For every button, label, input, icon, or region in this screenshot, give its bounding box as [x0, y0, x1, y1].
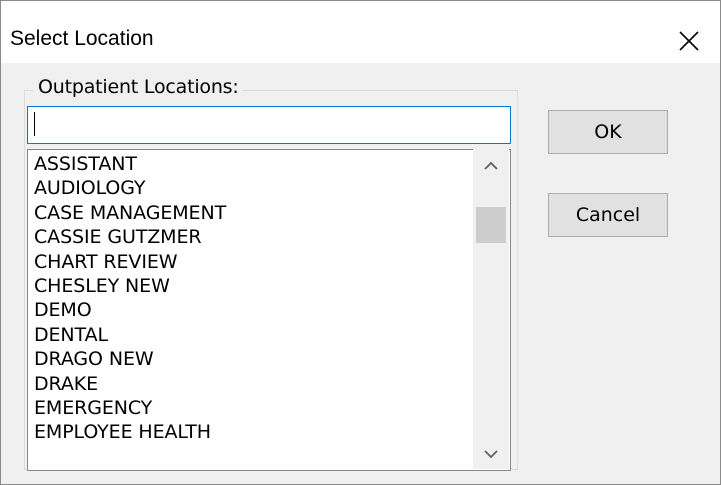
- list-item[interactable]: CASE MANAGEMENT: [34, 201, 226, 225]
- cancel-button[interactable]: Cancel: [548, 193, 668, 237]
- scroll-thumb[interactable]: [476, 207, 506, 243]
- group-label: Outpatient Locations:: [34, 76, 243, 98]
- text-caret: [34, 112, 35, 136]
- chevron-up-icon: [484, 161, 498, 170]
- list-item[interactable]: DENTAL: [34, 323, 226, 347]
- title-bar: Select Location: [1, 1, 720, 63]
- list-item[interactable]: DRAKE: [34, 372, 226, 396]
- list-item[interactable]: CHART REVIEW: [34, 250, 226, 274]
- scroll-up-button[interactable]: [473, 149, 509, 183]
- dialog-title: Select Location: [10, 27, 154, 50]
- close-button[interactable]: [669, 21, 709, 61]
- list-scrollbar[interactable]: [473, 149, 509, 469]
- locations-listbox[interactable]: ASSISTANT AUDIOLOGY CASE MANAGEMENT CASS…: [27, 149, 511, 471]
- close-x-icon: [679, 31, 699, 51]
- scroll-down-button[interactable]: [473, 437, 509, 471]
- list-item[interactable]: EMERGENCY: [34, 396, 226, 420]
- select-location-dialog: Select Location Outpatient Locations: AS…: [0, 0, 721, 485]
- ok-button[interactable]: OK: [548, 110, 668, 154]
- chevron-down-icon: [484, 450, 498, 459]
- list-item[interactable]: DEMO: [34, 298, 226, 322]
- location-search-input[interactable]: [27, 106, 511, 144]
- list-item[interactable]: ASSISTANT: [34, 152, 226, 176]
- list-item[interactable]: DRAGO NEW: [34, 347, 226, 371]
- list-item[interactable]: CHESLEY NEW: [34, 274, 226, 298]
- list-item[interactable]: EMPLOYEE HEALTH: [34, 420, 226, 444]
- list-items: ASSISTANT AUDIOLOGY CASE MANAGEMENT CASS…: [34, 152, 226, 445]
- list-item[interactable]: AUDIOLOGY: [34, 176, 226, 200]
- list-item[interactable]: CASSIE GUTZMER: [34, 225, 226, 249]
